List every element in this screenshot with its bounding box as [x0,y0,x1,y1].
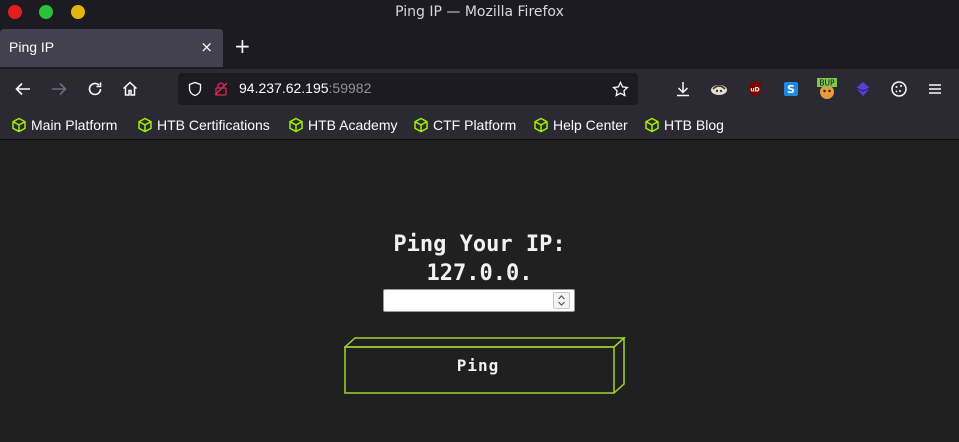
bookmarks-toolbar: Main Platform HTB Certifications HTB Aca… [0,109,959,140]
bookmark-label: HTB Academy [308,117,398,133]
tab-strip: Ping IP × + [0,25,959,69]
bookmark-htb-academy[interactable]: HTB Academy [288,115,397,135]
shield-icon[interactable] [187,81,203,97]
extension-s-icon[interactable]: S [779,77,803,101]
tab-close-icon[interactable]: × [200,38,213,56]
window-titlebar: Ping IP — Mozilla Firefox [0,0,959,25]
ip-input[interactable] [383,289,575,312]
home-icon[interactable] [118,77,142,101]
svg-text:uD: uD [750,87,759,94]
bookmark-htb-certifications[interactable]: HTB Certifications [137,115,270,135]
new-tab-button[interactable]: + [234,34,251,58]
reload-icon[interactable] [83,77,107,101]
htb-cube-icon [534,117,548,133]
url-bar[interactable]: 94.237.62.195:59982 [178,73,638,105]
navigation-toolbar: 94.237.62.195:59982 uD S BUP [0,69,959,109]
forward-icon[interactable] [47,77,71,101]
page-content: Ping Your IP: 127.0.0. Ping [0,141,959,442]
bookmark-star-icon[interactable] [612,81,629,98]
ublock-icon[interactable]: uD [743,77,767,101]
ping-button[interactable]: Ping [344,337,626,395]
svg-text:BUP: BUP [819,79,835,88]
spinner-arrows-icon [558,295,565,306]
bookmark-ctf-platform[interactable]: CTF Platform [413,115,516,135]
extension-icon[interactable] [707,77,731,101]
cookie-icon[interactable] [887,77,911,101]
bookmark-label: HTB Certifications [157,117,270,133]
page-heading: Ping Your IP: 127.0.0. [0,230,959,288]
bookmark-main-platform[interactable]: Main Platform [11,115,117,135]
burp-icon[interactable]: BUP [815,77,839,101]
svg-text:S: S [787,83,795,96]
htb-cube-icon [138,117,152,133]
bookmark-htb-blog[interactable]: HTB Blog [644,115,724,135]
bookmark-label: Help Center [553,117,628,133]
menu-icon[interactable] [923,77,947,101]
heading-line-1: Ping Your IP: [393,232,566,257]
heading-line-2: 127.0.0. [426,261,533,286]
insecure-lock-icon[interactable] [213,81,229,97]
bookmark-label: HTB Blog [664,117,724,133]
url-port: :59982 [328,80,372,96]
ping-button-label: Ping [456,356,500,375]
bookmark-help-center[interactable]: Help Center [533,115,628,135]
extension-purple-icon[interactable] [851,77,875,101]
window-title: Ping IP — Mozilla Firefox [395,4,564,20]
tab-title: Ping IP [9,39,55,55]
bookmark-label: Main Platform [31,117,118,133]
tab-ping-ip[interactable]: Ping IP × [0,29,223,67]
url-host: 94.237.62.195 [239,80,329,96]
htb-cube-icon [645,117,659,133]
url-text[interactable]: 94.237.62.195:59982 [239,80,371,96]
htb-cube-icon [414,117,428,133]
bookmark-label: CTF Platform [433,117,517,133]
back-icon[interactable] [11,77,35,101]
htb-cube-icon [289,117,303,133]
number-spinner[interactable] [553,292,570,309]
htb-cube-icon [12,117,26,133]
downloads-icon[interactable] [671,77,695,101]
